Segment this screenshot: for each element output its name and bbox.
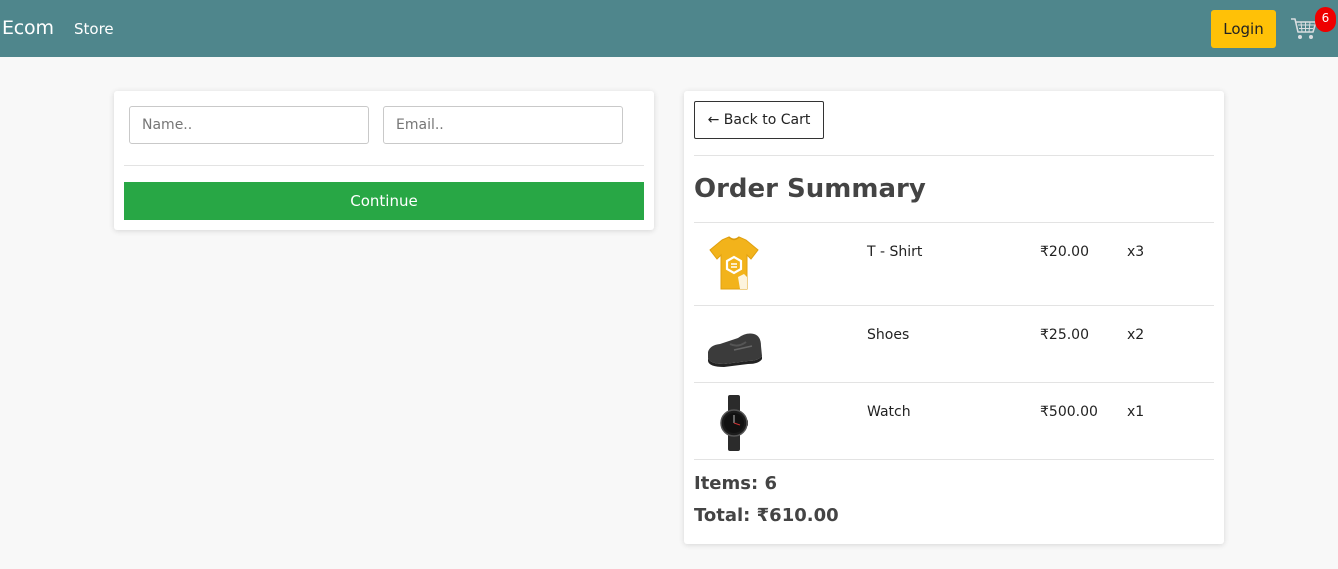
back-to-cart-button[interactable]: ← Back to Cart <box>694 101 824 139</box>
item-quantity: x2 <box>1127 327 1145 343</box>
order-summary-title: Order Summary <box>694 174 926 204</box>
items-count: Items: 6 <box>694 473 777 494</box>
shoes-image <box>708 333 762 367</box>
order-summary-card: ← Back to Cart Order Summary T - Shirt ₹… <box>684 91 1224 544</box>
item-price: ₹500.00 <box>1040 404 1098 420</box>
order-total: Total: ₹610.00 <box>694 505 839 526</box>
tshirt-image <box>709 236 759 290</box>
item-name: Shoes <box>867 327 910 343</box>
item-name: Watch <box>867 404 911 420</box>
item-quantity: x1 <box>1127 404 1145 420</box>
divider <box>124 165 644 166</box>
divider <box>694 459 1214 460</box>
name-input[interactable] <box>129 106 369 144</box>
continue-button[interactable]: Continue <box>124 182 644 220</box>
watch-image <box>720 395 748 451</box>
login-button[interactable]: Login <box>1211 10 1276 48</box>
cart-count-badge: 6 <box>1315 7 1336 32</box>
nav-link-store[interactable]: Store <box>74 20 114 38</box>
item-price: ₹20.00 <box>1040 244 1089 260</box>
cart-icon[interactable] <box>1290 16 1318 42</box>
item-quantity: x3 <box>1127 244 1145 260</box>
item-price: ₹25.00 <box>1040 327 1089 343</box>
divider <box>694 155 1214 156</box>
checkout-form-card: Continue <box>114 91 654 230</box>
order-item-row: Shoes ₹25.00 x2 <box>694 306 1214 383</box>
brand-logo[interactable]: Ecom <box>2 17 54 39</box>
email-input[interactable] <box>383 106 623 144</box>
item-name: T - Shirt <box>867 244 923 260</box>
top-navbar: Ecom Store Login 6 <box>0 0 1338 57</box>
order-item-row: T - Shirt ₹20.00 x3 <box>694 223 1214 300</box>
order-item-row: Watch ₹500.00 x1 <box>694 383 1214 460</box>
